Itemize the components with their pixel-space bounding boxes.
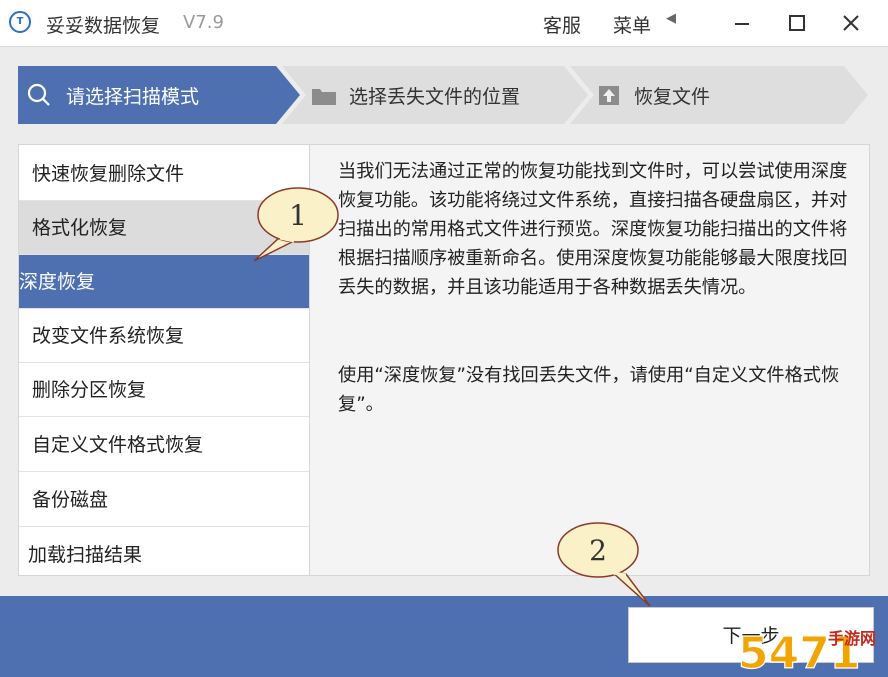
step-2-label: 选择丢失文件的位置 — [349, 86, 521, 108]
mode-item-backup-disk[interactable]: 备份磁盘 — [19, 473, 309, 527]
app-logo-icon: T — [9, 11, 31, 33]
app-title: 妥妥数据恢复 — [46, 15, 161, 37]
folder-icon — [312, 89, 336, 105]
close-icon — [843, 15, 859, 31]
title-bar: T 妥妥数据恢复 V7.9 客服 菜单 ◀ — [0, 0, 888, 47]
step-1-label: 请选择扫描模式 — [66, 86, 200, 108]
upload-icon — [599, 86, 619, 105]
menu-arrow-icon[interactable]: ◀ — [666, 11, 676, 26]
menu-button[interactable]: 菜单 — [613, 11, 651, 38]
watermark-text: 手游网 — [828, 629, 876, 648]
callout-1-number: 1 — [289, 199, 307, 232]
support-button[interactable]: 客服 — [543, 11, 581, 38]
step-breadcrumb: 请选择扫描模式 选择丢失文件的位置 恢复文件 — [18, 66, 870, 124]
site-watermark-logo: 5471 手游网 — [738, 627, 876, 677]
maximize-button[interactable] — [782, 8, 812, 38]
callout-2: 2 — [557, 522, 651, 607]
minimize-icon — [735, 23, 749, 25]
step-3-label: 恢复文件 — [634, 86, 711, 108]
mode-item-custom-format-recover[interactable]: 自定义文件格式恢复 — [19, 418, 309, 472]
mode-item-filesystem-recover[interactable]: 改变文件系统恢复 — [19, 309, 309, 363]
callout-2-number: 2 — [589, 534, 607, 567]
mode-item-partition-recover[interactable]: 删除分区恢复 — [19, 363, 309, 417]
description-paragraph-2: 使用“深度恢复”没有找回丢失文件，请使用“自定义文件格式恢复”。 — [338, 365, 840, 415]
maximize-icon — [789, 15, 805, 31]
search-icon — [27, 83, 50, 106]
app-version: V7.9 — [183, 12, 224, 33]
description-paragraph-1: 当我们无法通过正常的恢复功能找到文件时，可以尝试使用深度恢复功能。该功能将绕过文… — [338, 161, 848, 298]
mode-item-load-scan-result[interactable]: 加载扫描结果 — [19, 528, 309, 582]
close-button[interactable] — [836, 8, 866, 38]
minimize-button[interactable] — [727, 8, 757, 38]
mode-description-panel: 当我们无法通过正常的恢复功能找到文件时，可以尝试使用深度恢复功能。该功能将绕过文… — [310, 144, 870, 576]
callout-1: 1 — [253, 187, 339, 262]
